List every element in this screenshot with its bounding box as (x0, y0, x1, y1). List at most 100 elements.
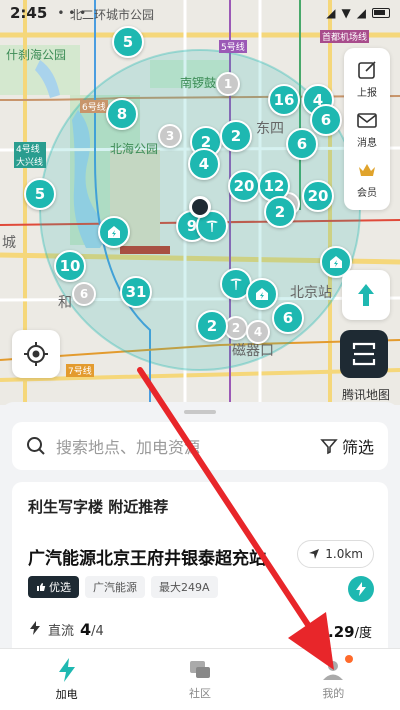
tag-operator: 广汽能源 (85, 576, 145, 598)
price-value: ¥1.29 (307, 623, 355, 641)
crown-icon (359, 164, 375, 176)
price-unit: /度 (354, 626, 372, 641)
map-label-nanluogu: 南锣鼓 (180, 76, 217, 90)
map-cluster[interactable]: 4 (188, 148, 220, 180)
tab-bar: 加电 社区 我的 (0, 648, 400, 710)
home-charger-marker[interactable] (98, 216, 130, 248)
edit-icon (358, 61, 376, 79)
map-label-cheng: 城 (2, 235, 16, 251)
distance-button[interactable]: 1.0km (297, 540, 374, 568)
bottom-sheet: 搜索地点、加电资源 筛选 利生写字楼 附近推荐 广汽能源北京王府井银泰超充站 1… (0, 402, 400, 652)
message-label: 消息 (357, 138, 377, 149)
filter-icon (320, 439, 338, 455)
map-label-line7: 7号线 (66, 364, 94, 377)
sheet-drag-handle[interactable] (184, 410, 216, 414)
tab-mine[interactable]: 我的 (267, 649, 400, 710)
map-cluster[interactable]: 16 (268, 84, 300, 116)
locate-me-button[interactable] (12, 330, 60, 378)
map-cluster[interactable]: 1 (216, 72, 240, 96)
map-cluster[interactable]: 3 (158, 124, 182, 148)
mail-icon (357, 113, 377, 128)
charge-type: 直流 (48, 624, 75, 639)
map-cluster[interactable]: 5 (24, 178, 56, 210)
tag-preferred-label: 优选 (49, 581, 71, 594)
recommend-heading: 利生写字楼 附近推荐 (28, 498, 169, 516)
map-label-dongsi: 东四 (256, 121, 284, 137)
status-time: 2:45 (10, 4, 48, 22)
map-cluster[interactable]: 2 (264, 196, 296, 228)
map-cluster[interactable]: 6 (272, 302, 304, 334)
notification-dot (344, 655, 353, 663)
dc-bolt-icon (30, 621, 40, 635)
tab-mine-label: 我的 (322, 686, 345, 700)
map-label-airport: 首都机场线 (320, 30, 370, 43)
scan-icon (352, 342, 376, 366)
report-button[interactable]: 上报 (344, 54, 390, 104)
total-count: /4 (91, 624, 104, 639)
map-label-shichahai: 什刹海公园 (6, 48, 67, 62)
home-icon (330, 256, 342, 268)
tesla-icon (230, 278, 242, 290)
map-cluster[interactable]: 2 (196, 310, 228, 342)
status-bar: 2:45 • • • ◢ ▼ ◢ (0, 0, 400, 26)
tab-charge-label: 加电 (55, 687, 78, 701)
map-cluster[interactable]: 2 (220, 120, 252, 152)
map-side-toolbar: 上报 消息 会员 (344, 48, 390, 210)
map-cluster[interactable]: 10 (54, 250, 86, 282)
tab-community[interactable]: 社区 (133, 649, 266, 710)
station-card[interactable]: 利生写字楼 附近推荐 广汽能源北京王府井银泰超充站 1.0km 优选 广汽能源 … (12, 482, 388, 652)
tab-charge[interactable]: 加电 (0, 649, 133, 710)
tesla-icon (206, 220, 218, 232)
map-cluster[interactable]: 6 (286, 128, 318, 160)
map-cluster[interactable]: 6 (310, 104, 342, 136)
map-cluster[interactable]: 31 (120, 276, 152, 308)
vip-label: 会员 (357, 188, 377, 199)
map-label-line4: 4号线 大兴线 (14, 142, 46, 168)
user-icon (323, 660, 344, 680)
home-icon (256, 288, 268, 300)
vip-button[interactable]: 会员 (344, 154, 390, 204)
charger-availability: 直流 4/4 (28, 620, 104, 639)
station-name[interactable]: 广汽能源北京王府井银泰超充站 (28, 544, 266, 569)
battery-icon (372, 8, 390, 18)
report-label: 上报 (357, 88, 377, 99)
scan-button[interactable] (340, 330, 388, 378)
map-label-line6: 6号线 (80, 100, 108, 113)
map-cluster[interactable]: 20 (228, 170, 260, 202)
map-label-beijing-station: 北京站 (290, 285, 332, 301)
search-icon (27, 437, 45, 455)
status-indicators: ◢ ▼ ◢ (326, 6, 390, 20)
current-location-marker (189, 196, 211, 218)
home-icon (108, 226, 120, 238)
charge-type-badge (348, 576, 374, 602)
map-label-line5: 5号线 (219, 40, 247, 53)
tag-preferred: 优选 (28, 576, 79, 598)
home-charger-marker[interactable] (246, 278, 278, 310)
cell-icon: ◢ (356, 6, 366, 20)
status-notification-icons: • • • (57, 6, 87, 20)
filter-label: 筛选 (341, 438, 374, 457)
map-cluster[interactable]: 6 (72, 282, 96, 306)
chat-bubbles-icon (189, 660, 210, 678)
locate-icon (24, 342, 48, 366)
map-cluster[interactable]: 8 (106, 98, 138, 130)
search-bar[interactable]: 搜索地点、加电资源 筛选 (12, 422, 388, 470)
map-label-beihai: 北海公园 (110, 142, 159, 156)
map-cluster[interactable]: 20 (302, 180, 334, 212)
thumbs-up-icon (37, 583, 46, 591)
search-input[interactable]: 搜索地点、加电资源 (56, 434, 320, 458)
map-label-he: 和 (58, 295, 72, 311)
distance-value: 1.0km (325, 547, 363, 561)
wifi-icon: ▼ (341, 6, 351, 20)
map-view[interactable]: 北二环城市公园 什刹海公园 南锣鼓 东四 北海公园 6号线 4号线 大兴线 5号… (0, 0, 400, 405)
map-cluster[interactable]: 5 (112, 26, 144, 58)
map-cluster[interactable]: 4 (246, 320, 270, 344)
direction-icon (309, 549, 320, 559)
navigation-arrow-icon (358, 284, 374, 306)
filter-button[interactable]: 筛选 (320, 434, 374, 458)
tag-max-current: 最大249A (151, 576, 218, 598)
navigate-button[interactable] (342, 270, 390, 320)
map-attribution: 腾讯地图 (341, 388, 390, 402)
message-button[interactable]: 消息 (344, 104, 390, 154)
station-tags: 优选 广汽能源 最大249A (28, 576, 218, 598)
